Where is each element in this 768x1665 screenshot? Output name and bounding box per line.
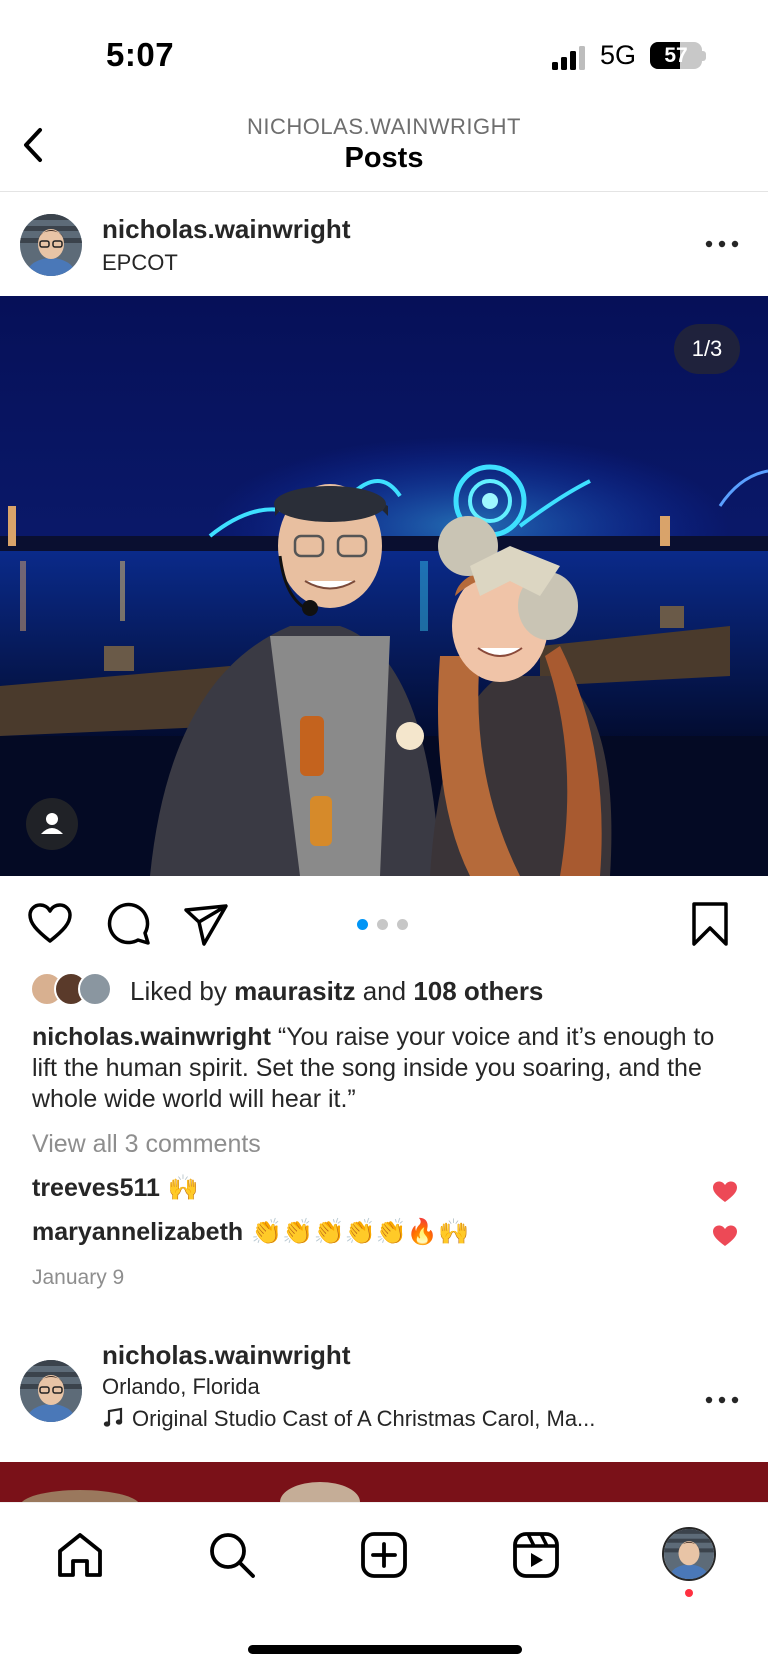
battery-tip <box>702 51 706 61</box>
comment-username[interactable]: treeves511 <box>32 1174 160 1202</box>
reels-icon[interactable] <box>510 1529 562 1581</box>
comment-text: 👏👏👏👏👏🔥🙌 <box>251 1218 470 1246</box>
profile-photo <box>664 1529 714 1579</box>
post-location[interactable]: Orlando, Florida <box>102 1374 260 1400</box>
next-post-photo[interactable] <box>0 1462 768 1502</box>
carousel-dot <box>397 919 408 930</box>
post-username[interactable]: nicholas.wainwright <box>102 214 350 245</box>
bottom-nav <box>0 1502 768 1665</box>
comment-row: maryannelizabeth 👏👏👏👏👏🔥🙌 <box>32 1218 738 1254</box>
home-icon[interactable] <box>54 1529 106 1581</box>
search-icon[interactable] <box>206 1529 258 1581</box>
media-counter: 1/3 <box>674 324 740 374</box>
notification-dot <box>685 1589 693 1597</box>
caption-username[interactable]: nicholas.wainwright <box>32 1023 271 1051</box>
post-actions <box>0 876 768 972</box>
post-header: nicholas.wainwright EPCOT <box>0 192 768 296</box>
more-options-icon[interactable] <box>702 232 742 256</box>
likes-text: Liked by maurasitz and 108 others <box>130 976 544 1006</box>
next-photo-preview <box>0 1462 768 1502</box>
signal-icon <box>552 46 585 70</box>
first-liker[interactable]: maurasitz <box>234 976 355 1006</box>
view-comments-link[interactable]: View all 3 comments <box>32 1130 261 1159</box>
comment-icon[interactable] <box>104 900 152 948</box>
post-photo[interactable]: 1/3 <box>0 296 768 876</box>
post-location[interactable]: EPCOT <box>102 250 178 276</box>
person-icon <box>41 813 63 834</box>
network-type: 5G <box>600 40 637 70</box>
likes-count[interactable]: 108 others <box>413 976 543 1006</box>
post-date: January 9 <box>32 1266 125 1289</box>
carousel-dot <box>357 919 368 930</box>
status-time: 5:07 <box>106 36 175 73</box>
post-username[interactable]: nicholas.wainwright <box>102 1340 350 1371</box>
page-header: NICHOLAS.WAINWRIGHT Posts <box>0 100 768 192</box>
create-icon[interactable] <box>358 1529 410 1581</box>
profile-avatar[interactable] <box>662 1527 716 1581</box>
comment-text: 🙌 <box>167 1174 200 1202</box>
liker-avatar <box>78 972 112 1006</box>
post-caption: nicholas.wainwright “You raise your voic… <box>32 1022 738 1115</box>
home-indicator <box>248 1645 522 1654</box>
avatar[interactable] <box>20 1360 82 1422</box>
music-title: Original Studio Cast of A Christmas Caro… <box>132 1406 596 1431</box>
battery-icon: 57 <box>650 42 702 69</box>
carousel-indicator <box>357 919 413 931</box>
status-bar: 5:07 5G 57 <box>0 0 768 100</box>
tagged-people-button[interactable] <box>26 798 78 850</box>
music-attribution[interactable]: Original Studio Cast of A Christmas Caro… <box>102 1406 595 1432</box>
music-note-icon <box>103 1407 123 1427</box>
header-subtitle: NICHOLAS.WAINWRIGHT <box>247 114 521 139</box>
comment-like-icon[interactable] <box>712 1224 738 1248</box>
carousel-dot <box>377 919 388 930</box>
share-icon[interactable] <box>182 900 230 948</box>
comment-username[interactable]: maryannelizabeth <box>32 1218 243 1246</box>
photo-scene <box>0 296 768 876</box>
likes-row[interactable]: Liked by maurasitz and 108 others <box>30 970 750 1010</box>
comment-like-icon[interactable] <box>712 1180 738 1204</box>
next-post-header: nicholas.wainwright Orlando, Florida Ori… <box>0 1330 768 1460</box>
battery-level: 57 <box>664 44 688 67</box>
save-icon[interactable] <box>686 900 734 948</box>
more-options-icon[interactable] <box>702 1388 742 1412</box>
comment-row: treeves511 🙌 <box>32 1174 738 1210</box>
avatar[interactable] <box>20 214 82 276</box>
like-icon[interactable] <box>26 900 74 948</box>
page-title: Posts <box>344 142 424 174</box>
